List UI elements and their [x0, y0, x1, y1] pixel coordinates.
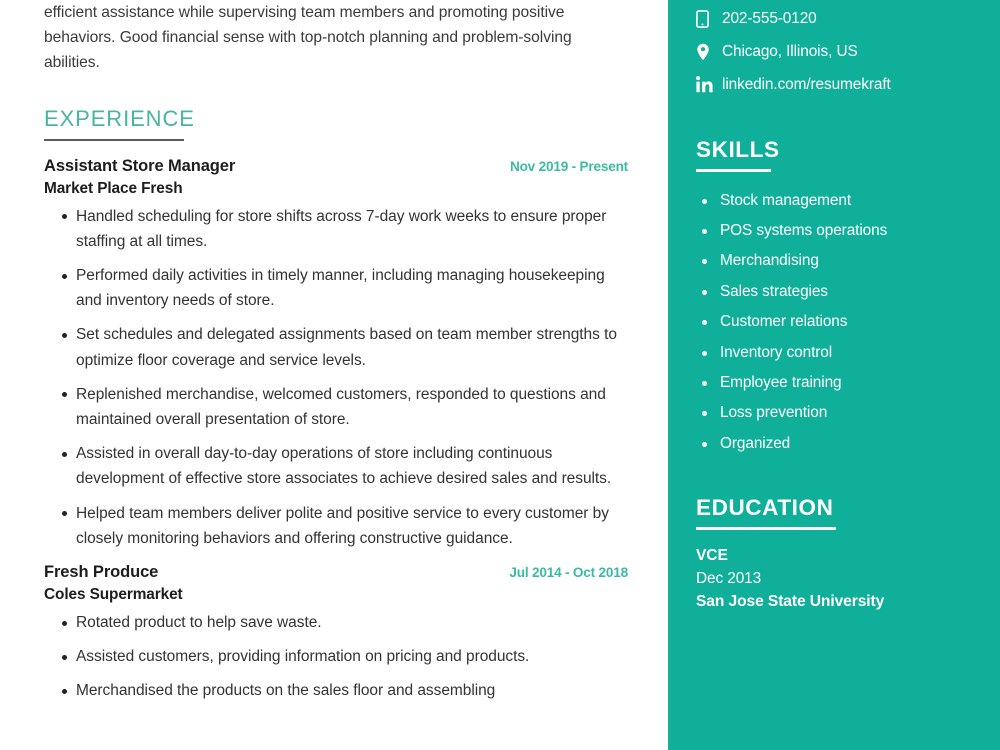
skills-heading: SKILLS — [696, 137, 780, 162]
job-date-range: Jul 2014 - Oct 2018 — [509, 565, 628, 581]
skills-section: SKILLS Stock management POS systems oper… — [696, 101, 976, 459]
job-bullet-list: Handled scheduling for store shifts acro… — [44, 204, 628, 551]
resume-page: efficient assistance while supervising t… — [0, 0, 1000, 750]
education-date: Dec 2013 — [696, 569, 762, 587]
job-company: Market Place Fresh — [44, 179, 183, 197]
job-date-range: Nov 2019 - Present — [509, 158, 628, 174]
skill-item: Organized — [696, 429, 976, 459]
job-bullet: Assisted in overall day-to-day operation… — [44, 441, 628, 491]
job-title: Fresh Produce — [44, 563, 159, 582]
job-company: Coles Supermarket — [44, 586, 183, 604]
education-section: EDUCATION VCE Dec 2013 San Jose State Un… — [696, 459, 976, 613]
summary-text: efficient assistance while supervising t… — [44, 4, 572, 72]
contact-list: 202-555-0120 Chicago, Illinois, US linke… — [696, 0, 976, 101]
experience-entry: Assistant Store Manager Nov 2019 - Prese… — [44, 155, 628, 551]
sidebar-column: 202-555-0120 Chicago, Illinois, US linke… — [668, 0, 1000, 750]
experience-heading: EXPERIENCE — [44, 105, 195, 131]
contact-location[interactable]: Chicago, Illinois, US — [696, 35, 976, 68]
skill-item: Merchandising — [696, 246, 976, 276]
job-bullet: Handled scheduling for store shifts acro… — [44, 204, 628, 254]
location-pin-icon — [696, 43, 722, 61]
skill-item: Employee training — [696, 368, 976, 398]
skills-list: Stock management POS systems operations … — [696, 186, 976, 460]
skill-item: Inventory control — [696, 338, 976, 368]
experience-section: EXPERIENCE Assistant Store Manager Nov 2… — [44, 76, 628, 704]
job-bullet-list: Rotated product to help save waste. Assi… — [44, 610, 628, 704]
job-title: Assistant Store Manager — [44, 156, 236, 175]
contact-linkedin[interactable]: linkedin.com/resumekraft — [696, 68, 976, 101]
experience-heading-rule — [44, 138, 184, 141]
education-school: San Jose State University — [696, 592, 885, 610]
job-bullet: Rotated product to help save waste. — [44, 610, 628, 635]
contact-location-value: Chicago, Illinois, US — [722, 42, 858, 60]
skill-item: POS systems operations — [696, 216, 976, 246]
skill-item: Sales strategies — [696, 277, 976, 307]
summary-continuation: efficient assistance while supervising t… — [44, 0, 628, 76]
contact-phone[interactable]: 202-555-0120 — [696, 2, 976, 35]
experience-entry-header: Fresh Produce Jul 2014 - Oct 2018 — [44, 561, 628, 584]
contact-linkedin-value: linkedin.com/resumekraft — [722, 75, 891, 93]
experience-entry-header: Assistant Store Manager Nov 2019 - Prese… — [44, 155, 628, 178]
skill-item: Stock management — [696, 186, 976, 216]
job-bullet: Performed daily activities in timely man… — [44, 263, 628, 313]
job-bullet: Helped team members deliver polite and p… — [44, 501, 628, 551]
skill-item: Customer relations — [696, 307, 976, 337]
main-content-column: efficient assistance while supervising t… — [0, 0, 668, 750]
job-bullet: Set schedules and delegated assignments … — [44, 322, 628, 372]
linkedin-icon — [696, 76, 722, 93]
contact-phone-value: 202-555-0120 — [722, 9, 817, 27]
education-degree: VCE — [696, 546, 728, 564]
education-entry: VCE Dec 2013 San Jose State University — [696, 544, 976, 613]
job-bullet: Assisted customers, providing informatio… — [44, 644, 628, 669]
experience-entry: Fresh Produce Jul 2014 - Oct 2018 Coles … — [44, 561, 628, 704]
skills-heading-rule — [696, 169, 771, 172]
job-bullet: Replenished merchandise, welcomed custom… — [44, 382, 628, 432]
education-heading: EDUCATION — [696, 495, 834, 521]
skill-item: Loss prevention — [696, 398, 976, 428]
education-heading-rule — [696, 527, 836, 530]
job-bullet: Merchandised the products on the sales f… — [44, 678, 628, 703]
mobile-phone-icon — [696, 9, 722, 28]
